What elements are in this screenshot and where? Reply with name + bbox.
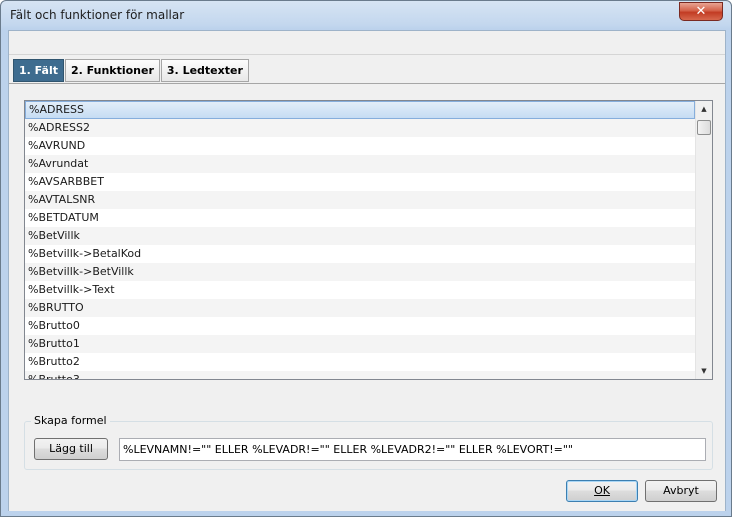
ok-button[interactable]: OK bbox=[566, 480, 638, 502]
list-item[interactable]: %AVRUND bbox=[25, 137, 695, 155]
tab-strip: 1. Fält 2. Funktioner 3. Ledtexter bbox=[13, 59, 250, 83]
list-item[interactable]: %BETDATUM bbox=[25, 209, 695, 227]
header-strip bbox=[9, 31, 725, 55]
tab-panel-falt: %ADRESS %ADRESS2 %AVRUND %Avrundat %AVSARBBE… bbox=[9, 83, 725, 511]
close-button[interactable]: ✕ bbox=[679, 2, 723, 21]
add-button[interactable]: Lägg till bbox=[34, 438, 108, 460]
list-item[interactable]: %BRUTTO bbox=[25, 299, 695, 317]
fields-list: %ADRESS %ADRESS2 %AVRUND %Avrundat %AVSARBBE… bbox=[25, 101, 695, 379]
formula-input[interactable]: %LEVNAMN!="" ELLER %LEVADR!="" ELLER %LE… bbox=[119, 438, 706, 461]
create-formula-group: Skapa formel Lägg till %LEVNAMN!="" ELLE… bbox=[24, 414, 713, 470]
list-item[interactable]: %Brutto3 bbox=[25, 371, 695, 379]
title-bar[interactable]: Fält och funktioner för mallar ✕ bbox=[1, 1, 731, 29]
group-title: Skapa formel bbox=[31, 414, 110, 427]
dialog-window: Fält och funktioner för mallar ✕ 1. Fält… bbox=[0, 0, 732, 517]
list-item[interactable]: %Avrundat bbox=[25, 155, 695, 173]
fields-listbox[interactable]: %ADRESS %ADRESS2 %AVRUND %Avrundat %AVSARBBE… bbox=[24, 100, 713, 380]
window-title: Fält och funktioner för mallar bbox=[10, 8, 185, 22]
scroll-down-icon[interactable]: ▼ bbox=[696, 363, 712, 379]
list-item[interactable]: %Brutto2 bbox=[25, 353, 695, 371]
tab-funktioner[interactable]: 2. Funktioner bbox=[64, 59, 160, 82]
list-item[interactable]: %AVSARBBET bbox=[25, 173, 695, 191]
scroll-thumb[interactable] bbox=[697, 120, 711, 135]
list-item[interactable]: %BetVillk bbox=[25, 227, 695, 245]
list-item[interactable]: %Betvillk->BetalKod bbox=[25, 245, 695, 263]
list-item[interactable]: %Betvillk->Text bbox=[25, 281, 695, 299]
list-item[interactable]: %Betvillk->BetVillk bbox=[25, 263, 695, 281]
vertical-scrollbar[interactable]: ▲ ▼ bbox=[695, 101, 712, 379]
list-item[interactable]: %Brutto1 bbox=[25, 335, 695, 353]
close-icon: ✕ bbox=[695, 4, 707, 19]
dialog-client-area: 1. Fält 2. Funktioner 3. Ledtexter %ADRE… bbox=[8, 30, 726, 511]
list-item[interactable]: %AVTALSNR bbox=[25, 191, 695, 209]
list-item[interactable]: %ADRESS2 bbox=[25, 119, 695, 137]
scroll-up-icon[interactable]: ▲ bbox=[696, 101, 712, 117]
list-item[interactable]: %ADRESS bbox=[25, 101, 695, 119]
tab-falt[interactable]: 1. Fält bbox=[13, 59, 64, 82]
list-item[interactable]: %Brutto0 bbox=[25, 317, 695, 335]
tab-ledtexter[interactable]: 3. Ledtexter bbox=[160, 59, 249, 82]
ok-button-label: OK bbox=[594, 484, 610, 497]
cancel-button[interactable]: Avbryt bbox=[645, 480, 717, 502]
